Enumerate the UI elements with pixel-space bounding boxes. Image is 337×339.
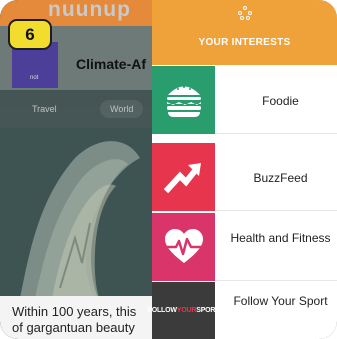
interest-item-buzzfeed[interactable]: BuzzFeed [152, 143, 337, 211]
interest-item-health-fitness[interactable]: Health and Fitness [152, 213, 337, 281]
interest-label: Health and Fitness [230, 231, 331, 245]
article-image [0, 128, 152, 298]
interest-label: Follow Your Sport [233, 294, 328, 308]
background-article: nuunup not Climate-Af Travel World Withi… [0, 0, 152, 339]
article-title[interactable]: Climate-Af [76, 56, 146, 72]
heart-pulse-icon [152, 213, 215, 281]
interest-label: BuzzFeed [253, 171, 308, 185]
phone-screen: nuunup not Climate-Af Travel World Withi… [0, 0, 337, 339]
burger-icon [152, 66, 215, 134]
step-badge: 6 [8, 19, 52, 50]
drawer-title: YOUR INTERESTS [198, 37, 291, 48]
caption-line-1[interactable]: Within 100 years, this [12, 304, 136, 319]
category-tabs: Travel World [0, 92, 152, 128]
interests-dots-icon [238, 6, 252, 20]
interest-item-foodie[interactable]: Foodie [152, 66, 337, 134]
tab-world[interactable]: World [100, 100, 144, 118]
interests-drawer: YOUR INTERESTS Foodie BuzzFeed Health an… [148, 0, 337, 339]
tab-travel[interactable]: Travel [22, 100, 67, 118]
follow-your-sport-logo: FOLLOWYOURSPORT [148, 282, 220, 339]
interest-label: Foodie [262, 94, 299, 108]
drawer-header: YOUR INTERESTS [152, 0, 337, 65]
thumbnail-label: not [30, 75, 39, 81]
trending-arrow-icon [152, 143, 215, 211]
interest-item-follow-your-sport[interactable]: FOLLOWYOURSPORT Follow Your Sport [148, 282, 337, 339]
caption-line-2[interactable]: of gargantuan beauty [12, 320, 135, 335]
site-logo: nuunup [48, 0, 131, 21]
